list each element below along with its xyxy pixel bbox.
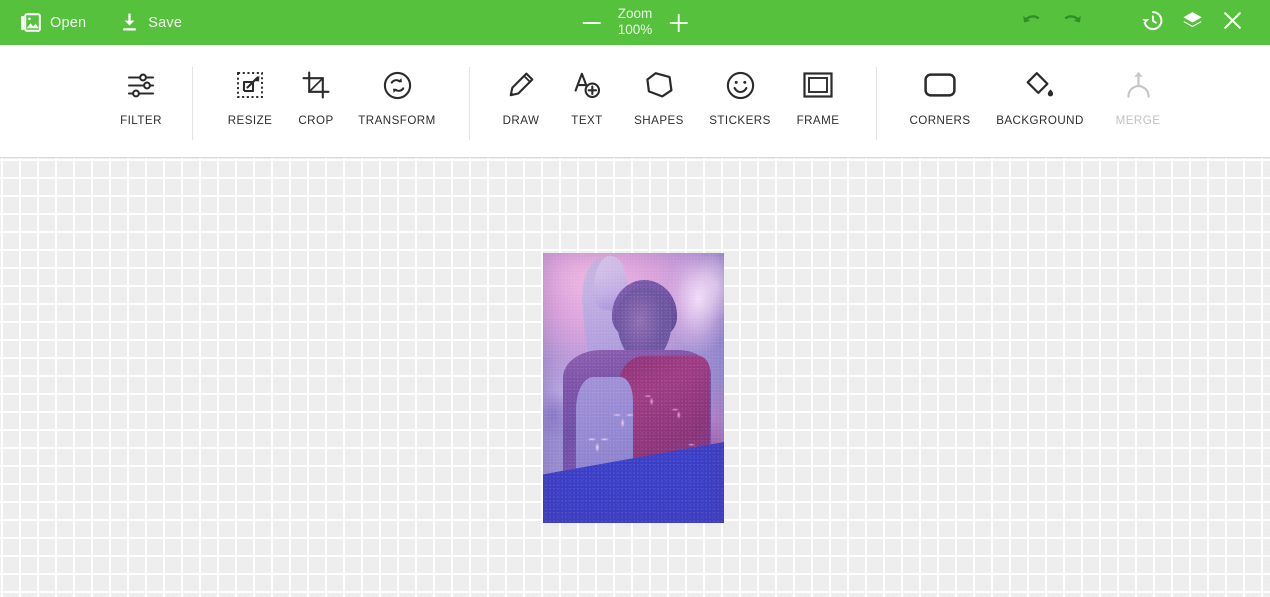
tool-resize[interactable]: RESIZE bbox=[217, 65, 283, 127]
redo-button[interactable] bbox=[1052, 0, 1092, 45]
header-file-actions: Open Save bbox=[0, 13, 182, 32]
tool-draw[interactable]: DRAW bbox=[488, 65, 554, 127]
tool-crop-label: CROP bbox=[298, 114, 334, 127]
tool-shapes[interactable]: SHAPES bbox=[620, 65, 698, 127]
polygon-shape-icon bbox=[645, 65, 674, 105]
tool-corners[interactable]: CORNERS bbox=[899, 65, 981, 127]
tool-crop[interactable]: CROP bbox=[283, 65, 349, 127]
tool-background[interactable]: BACKGROUND bbox=[981, 65, 1099, 127]
rounded-corners-icon bbox=[924, 65, 956, 105]
history-button[interactable] bbox=[1132, 0, 1172, 45]
zoom-readout: Zoom 100% bbox=[618, 6, 653, 39]
edited-photo[interactable] bbox=[543, 253, 724, 523]
tool-stickers-label: STICKERS bbox=[709, 114, 771, 127]
sliders-icon bbox=[126, 65, 156, 105]
photo-vignette-layer bbox=[543, 253, 724, 523]
editor-canvas[interactable] bbox=[0, 158, 1270, 597]
tool-draw-label: DRAW bbox=[502, 114, 540, 127]
header-action-icons bbox=[1012, 0, 1270, 45]
tool-merge-label: MERGE bbox=[1115, 114, 1161, 127]
tool-frame-label: FRAME bbox=[796, 114, 840, 127]
open-button-label: Open bbox=[50, 14, 87, 31]
crop-icon bbox=[302, 65, 330, 105]
tool-transform-label: TRANSFORM bbox=[358, 114, 436, 127]
tool-corners-label: CORNERS bbox=[909, 114, 971, 127]
zoom-control: Zoom 100% bbox=[580, 0, 691, 45]
download-save-icon bbox=[120, 13, 139, 32]
layers-stack-icon bbox=[1181, 10, 1204, 36]
pencil-icon bbox=[507, 65, 535, 105]
add-text-icon bbox=[573, 65, 601, 105]
undo-button[interactable] bbox=[1012, 0, 1052, 45]
tool-frame[interactable]: FRAME bbox=[782, 65, 854, 127]
tool-text-label: TEXT bbox=[571, 114, 603, 127]
toolbar-divider-1 bbox=[192, 67, 193, 140]
editor-toolbar: FILTER RESIZE CROP TRANSFORM DRAW TEXT S… bbox=[0, 45, 1270, 158]
zoom-in-button[interactable] bbox=[666, 11, 690, 35]
save-button-label: Save bbox=[148, 14, 183, 31]
close-button[interactable] bbox=[1212, 0, 1252, 45]
tool-stickers[interactable]: STICKERS bbox=[698, 65, 782, 127]
smiley-sticker-icon bbox=[726, 65, 755, 105]
tool-text[interactable]: TEXT bbox=[554, 65, 620, 127]
toolbar-divider-2 bbox=[469, 67, 470, 140]
undo-arrow-icon bbox=[1021, 11, 1043, 34]
paint-bucket-icon bbox=[1025, 65, 1055, 105]
open-image-icon bbox=[20, 13, 41, 32]
transform-rotate-icon bbox=[383, 65, 412, 105]
app-header-bar: Open Save Zoom 100% bbox=[0, 0, 1270, 45]
layers-button[interactable] bbox=[1172, 0, 1212, 45]
tool-filter-label: FILTER bbox=[120, 114, 162, 127]
resize-arrow-icon bbox=[236, 65, 264, 105]
tool-resize-label: RESIZE bbox=[227, 114, 273, 127]
zoom-out-button[interactable] bbox=[580, 11, 604, 35]
redo-arrow-icon bbox=[1061, 11, 1083, 34]
tool-merge[interactable]: MERGE bbox=[1099, 65, 1177, 127]
zoom-label: Zoom bbox=[617, 6, 653, 22]
tool-transform[interactable]: TRANSFORM bbox=[349, 65, 445, 127]
save-button[interactable]: Save bbox=[120, 13, 182, 32]
history-clock-icon bbox=[1141, 9, 1164, 37]
merge-arrow-icon bbox=[1125, 65, 1152, 105]
tool-background-label: BACKGROUND bbox=[996, 114, 1084, 127]
toolbar-divider-3 bbox=[876, 67, 877, 140]
zoom-value: 100% bbox=[617, 22, 653, 37]
tool-shapes-label: SHAPES bbox=[634, 114, 684, 127]
photo-editor-app: Open Save Zoom 100% FILTER RESIZE CROP T… bbox=[0, 0, 1270, 597]
open-button[interactable]: Open bbox=[20, 13, 86, 32]
close-x-icon bbox=[1222, 10, 1243, 36]
tool-filter[interactable]: FILTER bbox=[108, 65, 174, 127]
frame-icon bbox=[803, 65, 833, 105]
